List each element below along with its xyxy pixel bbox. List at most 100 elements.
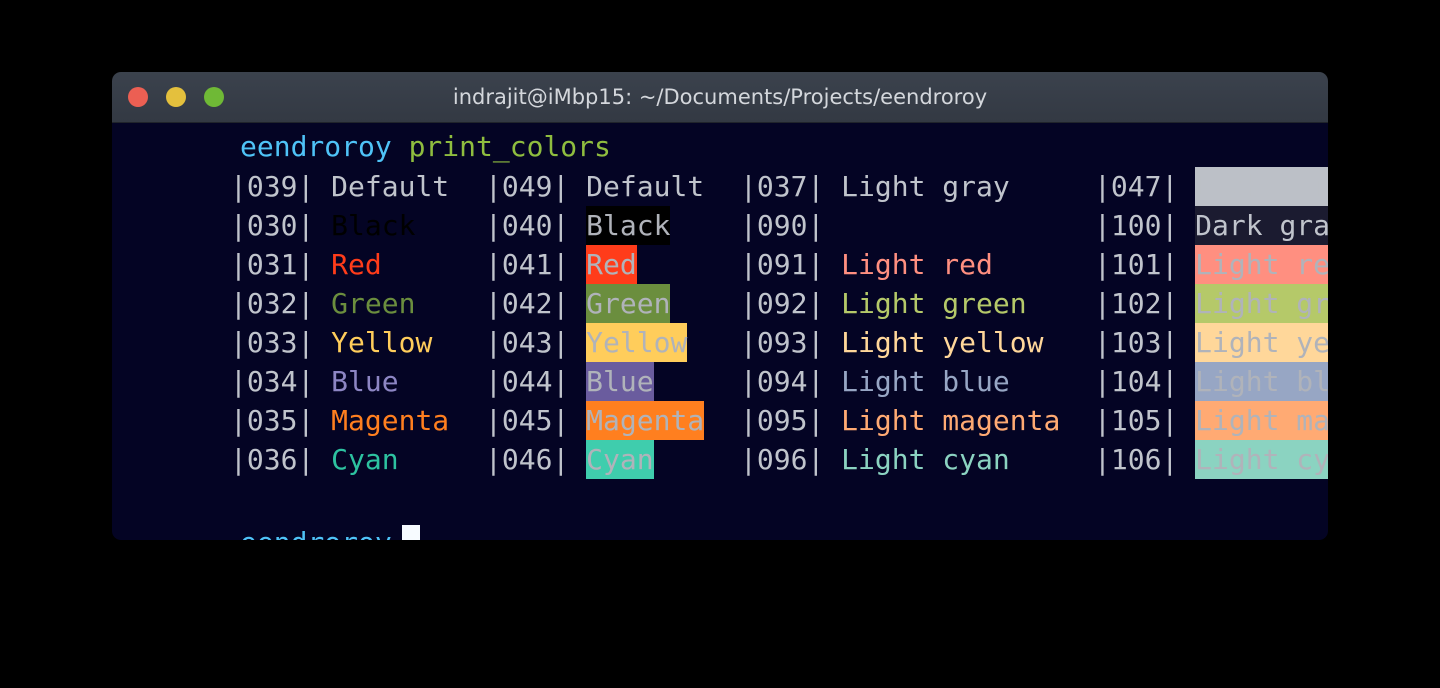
color-table: |039| Default |049| Default |037| Light gr…: [112, 167, 1328, 479]
color-code: |044|: [485, 365, 570, 398]
close-button[interactable]: [128, 87, 148, 107]
cell-gap: [314, 170, 331, 203]
cell-gap: [569, 209, 586, 242]
table-row: |034| Blue |044| Blue |094| Light blue |104…: [112, 362, 1328, 401]
color-swatch-label: Light magenta: [841, 404, 1061, 437]
cell-gap: [314, 443, 331, 476]
color-code: |101|: [1094, 248, 1179, 281]
color-swatch-label: Yellow: [586, 323, 688, 362]
color-cell: |046| Cyan: [485, 440, 654, 479]
cell-gap: [824, 170, 841, 203]
terminal-window[interactable]: indrajit@iMbp15: ~/Documents/Projects/ee…: [112, 72, 1328, 540]
cell-gap: [569, 170, 586, 203]
color-swatch-label: Cyan: [586, 440, 654, 479]
cell-gap: [1178, 326, 1195, 359]
color-cell: |030| Black: [230, 206, 415, 245]
window-title: indrajit@iMbp15: ~/Documents/Projects/ee…: [452, 85, 988, 109]
color-code: |047|: [1094, 170, 1179, 203]
cell-gap: [1178, 365, 1195, 398]
color-code: |039|: [230, 170, 315, 203]
color-code: |093|: [740, 326, 825, 359]
color-swatch-label: Red: [331, 248, 382, 281]
color-swatch-label: Light cyan: [841, 443, 1010, 476]
color-code: |103|: [1094, 326, 1179, 359]
color-code: |104|: [1094, 365, 1179, 398]
cell-gap: [569, 404, 586, 437]
color-cell: |093| Light yellow: [740, 323, 1043, 362]
color-code: |034|: [230, 365, 315, 398]
cell-gap: [314, 209, 331, 242]
color-swatch-label: Red: [586, 245, 637, 284]
color-cell: |049| Default: [485, 167, 704, 206]
terminal-body[interactable]: eendroroy print_colors |039| Default |049…: [112, 123, 1328, 540]
table-row: |036| Cyan |046| Cyan |096| Light cyan |106…: [112, 440, 1328, 479]
cell-gap: [1178, 404, 1195, 437]
window-controls[interactable]: [128, 72, 224, 122]
color-cell: |037| Light gray: [740, 167, 1010, 206]
color-cell: |035| Magenta: [230, 401, 449, 440]
color-cell: |091| Light red: [740, 245, 993, 284]
table-row: |033| Yellow |043| Yellow |093| Light yell…: [112, 323, 1328, 362]
color-cell: |040| Black: [485, 206, 671, 245]
cell-gap: [314, 248, 331, 281]
cell-gap: [569, 365, 586, 398]
color-swatch-label: Green: [586, 284, 671, 323]
color-code: |032|: [230, 287, 315, 320]
cell-gap: [314, 404, 331, 437]
color-cell: |033| Yellow: [230, 323, 432, 362]
color-swatch-label: Dark gray: [1195, 206, 1328, 245]
table-row: |032| Green |042| Green |092| Light green |…: [112, 284, 1328, 323]
color-code: |090|: [740, 209, 825, 242]
table-row: |030| Black |040| Black |090| |100| Dark g…: [112, 206, 1328, 245]
title-bar[interactable]: indrajit@iMbp15: ~/Documents/Projects/ee…: [112, 72, 1328, 123]
color-cell: |104| Light blue: [1094, 362, 1328, 401]
cell-gap: [1178, 248, 1195, 281]
color-cell: |090|: [740, 206, 841, 245]
cell-gap: [569, 443, 586, 476]
cell-gap: [569, 287, 586, 320]
cell-gap: [314, 287, 331, 320]
prompt-line[interactable]: eendroroy: [240, 523, 420, 540]
color-cell: |094| Light blue: [740, 362, 1010, 401]
cursor-block: [401, 525, 420, 540]
cell-gap: [569, 248, 586, 281]
cell-gap: [314, 365, 331, 398]
color-swatch-label: Light red: [1195, 245, 1328, 284]
color-swatch-label: Light blue: [841, 365, 1010, 398]
color-swatch-label: Light green: [841, 287, 1027, 320]
color-cell: |095| Light magenta: [740, 401, 1060, 440]
color-code: |040|: [485, 209, 570, 242]
cell-gap: [824, 209, 841, 242]
color-swatch-label: Yellow: [331, 326, 433, 359]
color-swatch-label: Blue: [331, 365, 399, 398]
color-cell: |101| Light red: [1094, 245, 1328, 284]
color-cell: |034| Blue: [230, 362, 399, 401]
cell-gap: [824, 248, 841, 281]
color-code: |033|: [230, 326, 315, 359]
color-swatch-label: Black: [586, 206, 671, 245]
minimize-button[interactable]: [166, 87, 186, 107]
color-cell: |042| Green: [485, 284, 671, 323]
color-code: |106|: [1094, 443, 1179, 476]
color-cell: |092| Light green: [740, 284, 1027, 323]
color-code: |037|: [740, 170, 825, 203]
color-code: |096|: [740, 443, 825, 476]
color-code: |036|: [230, 443, 315, 476]
color-cell: |032| Green: [230, 284, 415, 323]
color-code: |045|: [485, 404, 570, 437]
color-swatch-label: Default: [586, 170, 705, 203]
maximize-button[interactable]: [204, 87, 224, 107]
color-code: |092|: [740, 287, 825, 320]
color-code: |094|: [740, 365, 825, 398]
color-cell: |047| Light gray: [1094, 167, 1328, 206]
table-row: |039| Default |049| Default |037| Light gr…: [112, 167, 1328, 206]
color-cell: |105| Light magenta: [1094, 401, 1328, 440]
table-row: |035| Magenta |045| Magenta |095| Light ma…: [112, 401, 1328, 440]
cell-gap: [824, 287, 841, 320]
cell-gap: [1178, 443, 1195, 476]
color-code: |095|: [740, 404, 825, 437]
color-code: |043|: [485, 326, 570, 359]
color-swatch-label: Blue: [586, 362, 654, 401]
color-swatch-label: Green: [331, 287, 416, 320]
cell-gap: [314, 326, 331, 359]
